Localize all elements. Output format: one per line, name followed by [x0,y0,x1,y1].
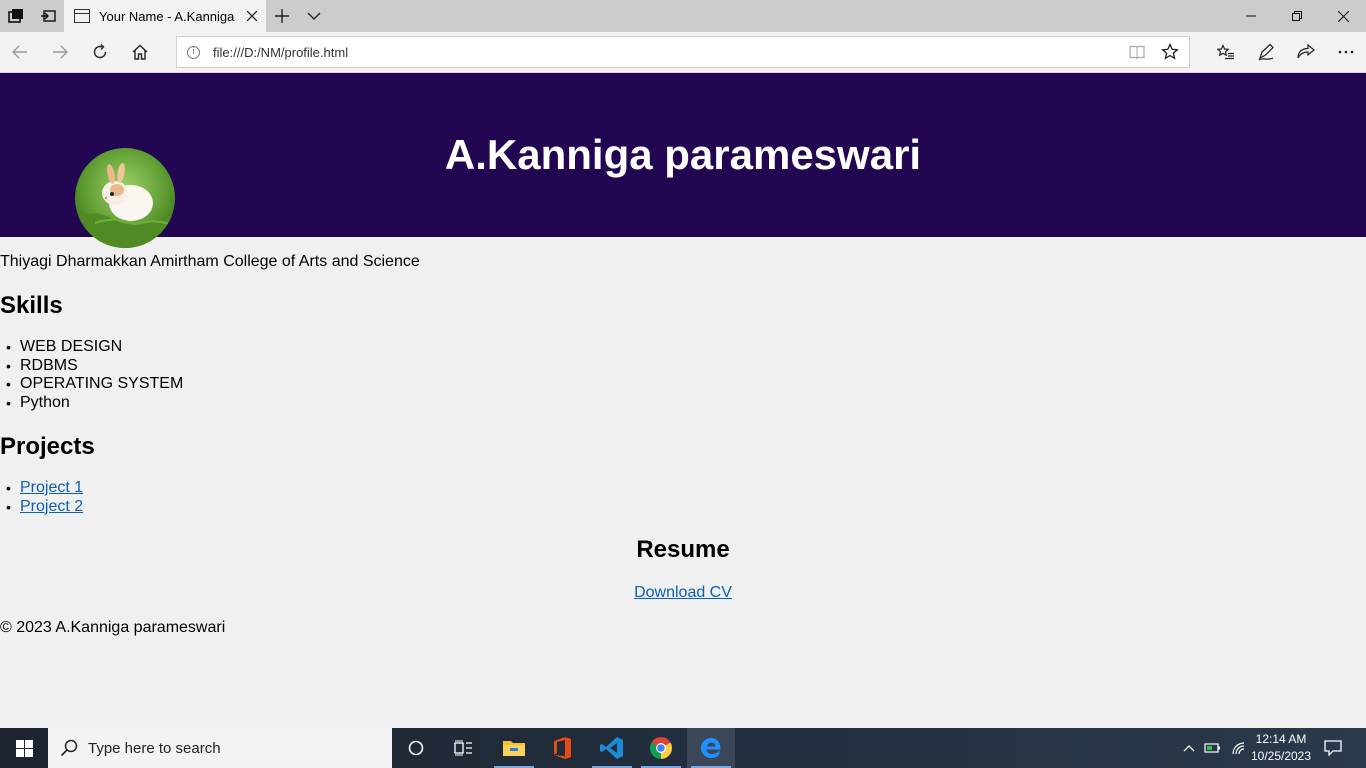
taskbar: Type here to search 12:14 AM 10/25/2023 [0,728,1366,768]
taskbar-clock[interactable]: 12:14 AM 10/25/2023 [1248,731,1314,765]
address-bar[interactable]: i file:///D:/NM/profile.html [176,36,1190,68]
action-center-icon[interactable] [1318,728,1348,768]
vscode-icon[interactable] [588,728,636,768]
home-icon[interactable] [120,32,160,72]
list-item: WEB DESIGN [0,338,183,357]
restore-icon[interactable] [1274,0,1320,32]
file-explorer-icon[interactable] [490,728,538,768]
clock-date: 10/25/2023 [1250,749,1312,763]
favorites-hub-icon[interactable] [1206,32,1246,72]
chrome-icon[interactable] [637,728,685,768]
windows-start-icon[interactable] [0,728,48,768]
cortana-icon[interactable] [392,728,440,768]
new-tab-icon[interactable] [266,0,298,32]
project-2-link[interactable]: Project 2 [20,498,83,515]
college-name: Thiyagi Dharmakkan Amirtham College of A… [0,253,420,270]
list-item: OPERATING SYSTEM [0,375,183,394]
tab-title: Your Name - A.Kanniga [99,8,235,24]
page-title: A.Kanniga parameswari [444,131,922,178]
reading-view-icon[interactable] [1129,44,1145,60]
list-item: Project 1 [0,479,83,498]
page-icon [74,9,90,23]
office-icon[interactable] [538,728,586,768]
search-placeholder: Type here to search [88,740,221,757]
close-window-icon[interactable] [1320,0,1366,32]
profile-avatar [75,148,175,248]
back-icon[interactable] [0,32,40,72]
clock-time: 12:14 AM [1255,732,1307,746]
skills-list: WEB DESIGN RDBMS OPERATING SYSTEM Python [0,338,183,412]
taskbar-search-box[interactable]: Type here to search [48,728,392,768]
wifi-icon[interactable] [1228,728,1250,768]
list-item: RDBMS [0,357,183,376]
add-favorite-star-icon[interactable] [1161,42,1179,61]
download-row: Download CV [0,584,1366,602]
projects-list: Project 1 Project 2 [0,479,83,516]
search-icon [60,739,78,757]
show-hidden-icons-chevron-icon[interactable] [1178,728,1200,768]
tab-preview-chevron-icon[interactable] [298,0,330,32]
list-item: Python [0,394,183,413]
site-info-icon[interactable]: i [187,46,200,59]
forward-icon[interactable] [40,32,80,72]
tab-close-icon[interactable] [238,0,266,32]
more-options-icon[interactable] [1326,32,1366,72]
set-aside-tabs-icon[interactable] [32,0,64,32]
battery-icon[interactable] [1202,728,1224,768]
url-text[interactable]: file:///D:/NM/profile.html [213,45,348,60]
share-icon[interactable] [1286,32,1326,72]
browser-toolbar: i file:///D:/NM/profile.html [0,32,1366,73]
task-view-icon[interactable] [440,728,488,768]
skills-heading: Skills [0,292,63,319]
download-cv-link[interactable]: Download CV [634,584,732,601]
project-1-link[interactable]: Project 1 [20,479,83,496]
profile-header: A.Kanniga parameswari [0,73,1366,248]
active-tab[interactable]: Your Name - A.Kanniga [64,0,266,32]
edge-icon[interactable] [687,728,735,768]
refresh-icon[interactable] [80,32,120,72]
projects-heading: Projects [0,433,95,460]
resume-heading: Resume [636,536,730,563]
minimize-icon[interactable] [1228,0,1274,32]
browser-tab-strip: Your Name - A.Kanniga [0,0,1366,32]
tab-actions-icon[interactable] [0,0,32,32]
web-note-pen-icon[interactable] [1246,32,1286,72]
list-item: Project 2 [0,498,83,517]
page-footer: © 2023 A.Kanniga parameswari [0,619,226,636]
